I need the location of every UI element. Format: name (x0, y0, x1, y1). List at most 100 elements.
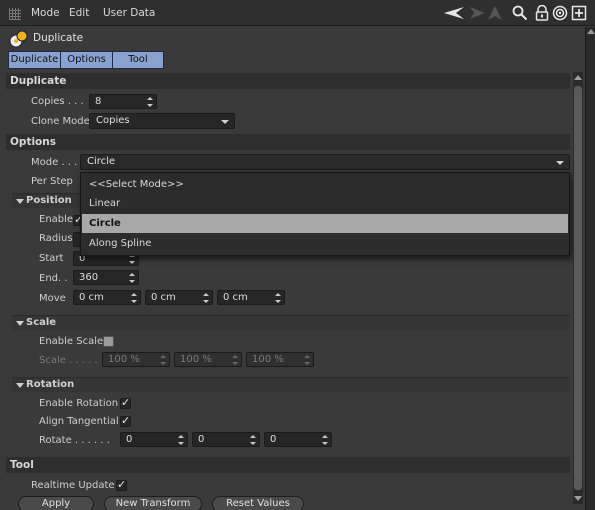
lock-icon[interactable] (534, 5, 550, 21)
copies-stepper-icon[interactable] (147, 97, 153, 107)
scale-z-value: 100 % (252, 354, 284, 365)
popup-item-label: Along Spline (89, 238, 152, 249)
move-z-stepper-icon[interactable] (275, 293, 281, 303)
scale-x-stepper-icon[interactable] (160, 355, 166, 365)
scroll-up-icon[interactable] (574, 75, 582, 80)
chevron-down-icon (221, 120, 229, 124)
realtime-update-checkbox[interactable] (116, 478, 127, 491)
tab-tool[interactable]: Tool (112, 51, 164, 69)
tab-duplicate[interactable]: Duplicate (8, 51, 60, 69)
forward-arrow-icon[interactable] (468, 5, 486, 21)
scroll-down-icon[interactable] (574, 496, 582, 501)
section-scale[interactable]: Scale (12, 315, 570, 330)
align-tangential-label: Align Tangential (39, 416, 119, 427)
move-z-field[interactable]: 0 cm (217, 290, 285, 305)
popup-item-label: Linear (89, 198, 121, 209)
end-value: 360 (79, 272, 99, 283)
move-y-stepper-icon[interactable] (203, 293, 209, 303)
vertical-scrollbar[interactable] (573, 72, 583, 504)
end-stepper-icon[interactable] (129, 273, 135, 283)
copies-field[interactable]: 8 (89, 94, 157, 109)
move-y-field[interactable]: 0 cm (145, 290, 213, 305)
outer-scrollbar[interactable] (585, 27, 595, 510)
popup-item-label: Circle (89, 218, 121, 229)
enable-rotation-checkbox[interactable] (120, 396, 131, 409)
clone-mode-dropdown[interactable]: Copies (89, 113, 235, 129)
triangle-down-icon (16, 321, 24, 326)
menu-mode[interactable]: Mode (31, 7, 60, 19)
new-panel-icon[interactable] (571, 5, 587, 21)
tab-bar: Duplicate Options Tool (8, 51, 164, 69)
section-tool-label: Tool (10, 459, 34, 471)
align-tangential-checkbox[interactable] (120, 414, 131, 427)
move-label: Move (39, 293, 66, 304)
enable-scale-label: Enable Scale (39, 336, 104, 347)
scale-x-value: 100 % (108, 354, 140, 365)
scale-y-field[interactable]: 100 % (174, 352, 242, 367)
section-options-label: Options (10, 136, 56, 148)
popup-item-select-mode[interactable]: <<Select Mode>> (82, 175, 568, 194)
copies-value: 8 (95, 96, 102, 107)
clone-mode-value: Copies (96, 115, 130, 126)
section-scale-label: Scale (26, 317, 57, 328)
rotate-b-value: 0 (270, 434, 277, 445)
mode-popup-list: <<Select Mode>> Linear Circle Along Spli… (80, 172, 570, 256)
scale-label: Scale . . . . . (39, 355, 98, 366)
apply-button[interactable]: Apply (18, 496, 94, 510)
clone-mode-label: Clone Mode (31, 116, 90, 127)
popup-item-circle[interactable]: Circle (82, 214, 568, 233)
popup-item-linear[interactable]: Linear (82, 194, 568, 213)
end-field[interactable]: 360 (73, 270, 139, 285)
new-transform-button[interactable]: New Transform (104, 496, 202, 510)
panel-title: Duplicate (33, 32, 84, 44)
move-x-stepper-icon[interactable] (131, 293, 137, 303)
up-arrow-icon[interactable] (486, 5, 504, 21)
radius-label: Radius (39, 233, 73, 244)
section-duplicate-label: Duplicate (10, 75, 67, 87)
section-options[interactable]: Options (6, 134, 570, 150)
move-y-value: 0 cm (151, 292, 176, 303)
section-rotation[interactable]: Rotation (12, 377, 570, 392)
scale-z-stepper-icon[interactable] (304, 355, 310, 365)
duplicate-tool-icon (9, 30, 28, 48)
reset-values-button[interactable]: Reset Values (212, 496, 304, 510)
copies-label: Copies . . . (31, 96, 84, 107)
move-z-value: 0 cm (223, 292, 248, 303)
section-rotation-label: Rotation (26, 379, 75, 390)
triangle-down-icon (16, 383, 24, 388)
scale-z-field[interactable]: 100 % (246, 352, 314, 367)
section-duplicate[interactable]: Duplicate (6, 73, 570, 89)
scroll-up-icon[interactable] (587, 29, 595, 34)
mode-dropdown[interactable]: Circle (80, 154, 570, 170)
panel-grip-icon[interactable] (9, 8, 21, 20)
search-icon[interactable] (512, 5, 528, 21)
mode-label: Mode . . . (31, 157, 78, 168)
move-x-field[interactable]: 0 cm (73, 290, 141, 305)
back-arrow-icon[interactable] (443, 5, 465, 21)
menu-bar: Mode Edit User Data (0, 0, 595, 26)
menu-edit[interactable]: Edit (69, 7, 89, 19)
enable-label: Enable (39, 214, 74, 225)
scale-y-stepper-icon[interactable] (232, 355, 238, 365)
tab-options[interactable]: Options (60, 51, 112, 69)
scroll-thumb[interactable] (574, 86, 582, 490)
rotate-h-stepper-icon[interactable] (178, 435, 184, 445)
target-icon[interactable] (552, 5, 568, 21)
mode-value: Circle (87, 156, 116, 167)
section-position-label: Position (26, 195, 72, 206)
popup-item-along-spline[interactable]: Along Spline (82, 234, 568, 253)
menu-user-data[interactable]: User Data (103, 7, 155, 19)
enable-scale-checkbox[interactable] (103, 336, 114, 347)
section-tool[interactable]: Tool (6, 457, 570, 473)
scale-x-field[interactable]: 100 % (102, 352, 170, 367)
rotate-h-value: 0 (126, 434, 133, 445)
rotate-b-field[interactable]: 0 (264, 432, 332, 447)
rotate-label: Rotate . . . . . . (39, 435, 110, 446)
rotate-b-stepper-icon[interactable] (322, 435, 328, 445)
chevron-down-icon (556, 161, 564, 165)
start-label: Start (39, 253, 64, 264)
rotate-p-field[interactable]: 0 (192, 432, 260, 447)
rotate-p-stepper-icon[interactable] (250, 435, 256, 445)
rotate-h-field[interactable]: 0 (120, 432, 188, 447)
popup-item-label: <<Select Mode>> (89, 179, 184, 190)
